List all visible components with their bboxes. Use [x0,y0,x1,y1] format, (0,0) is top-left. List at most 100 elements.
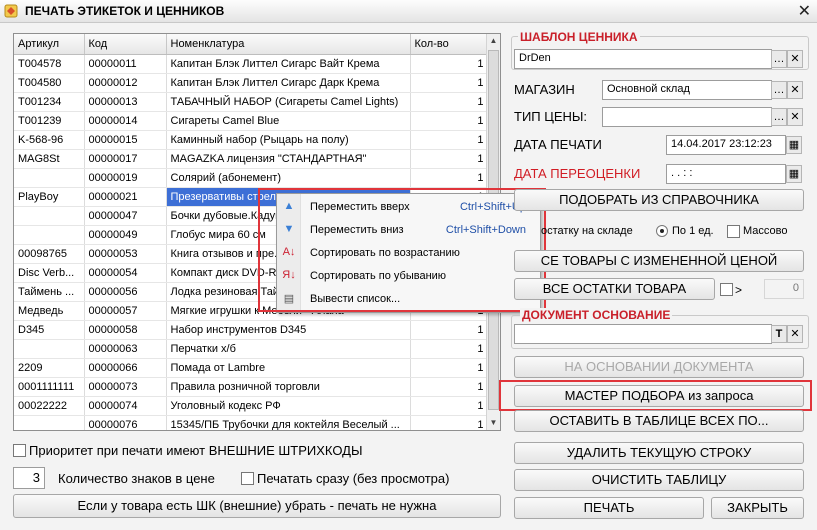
cell-article[interactable]: PlayBoy [14,187,85,207]
cell-code[interactable]: 00000056 [84,282,167,302]
cell-nomenclature[interactable]: Уголовный кодекс РФ [166,396,411,416]
cell-article[interactable]: T004578 [14,54,85,74]
cell-quantity[interactable]: 1 [410,415,489,430]
cell-article[interactable]: Disc Verb... [14,263,85,283]
cell-code[interactable]: 00000057 [84,301,167,321]
cell-article[interactable]: K-568-96 [14,130,85,150]
cell-nomenclature[interactable]: Каминный набор (Рыцарь на полу) [166,130,411,150]
template-clear-icon[interactable]: ✕ [787,50,803,68]
cell-code[interactable]: 00000063 [84,339,167,359]
cell-article[interactable] [14,206,85,226]
clear-table-button[interactable]: ОЧИСТИТЬ ТАБЛИЦУ [514,469,804,491]
print-date-input[interactable]: 14.04.2017 23:12:23 [666,135,786,155]
all-stock-button[interactable]: ВСЕ ОСТАТКИ ТОВАРА [514,278,715,300]
column-header-nomenclature[interactable]: Номенклатура [166,34,411,55]
cell-article[interactable]: MAG8St [14,149,85,169]
cell-code[interactable]: 00000074 [84,396,167,416]
doc-basis-clear-icon[interactable]: ✕ [787,325,803,343]
cell-article[interactable]: T004580 [14,73,85,93]
cell-article[interactable]: T001234 [14,92,85,112]
template-select-button[interactable]: … [771,50,787,68]
cell-quantity[interactable]: 1 [410,149,489,169]
cell-nomenclature[interactable]: Набор инструментов D345 [166,320,411,340]
store-select-button[interactable]: … [771,81,787,99]
table-row[interactable]: 2209 00000066 Помада от Lambre 1 [14,358,489,378]
table-row[interactable]: T001239 00000014 Сигареты Camel Blue 1 [14,111,489,131]
cell-article[interactable]: D345 [14,320,85,340]
cell-nomenclature[interactable]: Солярий (абонемент) [166,168,411,188]
cell-nomenclature[interactable]: 15345/ПБ Трубочки для коктейля Веселый .… [166,415,411,430]
cell-quantity[interactable]: 1 [410,111,489,131]
cell-nomenclature[interactable]: MAGAZKA лицензия "СТАНДАРТНАЯ" [166,149,411,169]
store-clear-icon[interactable]: ✕ [787,81,803,99]
cell-code[interactable]: 00000076 [84,415,167,430]
table-row[interactable]: 00000063 Перчатки х/б 1 [14,339,489,359]
column-header-quantity[interactable]: Кол-во [410,34,489,55]
calendar-icon[interactable]: ▦ [786,165,802,183]
template-input[interactable]: DrDen [514,49,772,69]
cell-quantity[interactable]: 1 [410,168,489,188]
cell-code[interactable]: 00000054 [84,263,167,283]
table-row[interactable]: 00022222 00000074 Уголовный кодекс РФ 1 [14,396,489,416]
cell-quantity[interactable]: 1 [410,358,489,378]
cell-nomenclature[interactable]: Капитан Блэк Литтел Сигарс Вайт Крема [166,54,411,74]
cell-quantity[interactable]: 1 [410,73,489,93]
cell-article[interactable]: Таймень ... [14,282,85,302]
scroll-down-icon[interactable]: ▼ [487,416,500,430]
column-header-code[interactable]: Код [84,34,167,55]
cell-code[interactable]: 00000019 [84,168,167,188]
price-type-input[interactable] [602,107,772,127]
cell-article[interactable]: 2209 [14,358,85,378]
text-type-icon[interactable]: T [771,325,787,343]
bulk-checkbox[interactable] [727,225,740,238]
cell-quantity[interactable]: 1 [410,377,489,397]
cell-article[interactable]: Медведь [14,301,85,321]
keep-all-in-table-button[interactable]: ОСТАВИТЬ В ТАБЛИЦЕ ВСЕХ ПО... [514,410,804,432]
scroll-up-icon[interactable]: ▲ [487,34,500,48]
cell-code[interactable]: 00000012 [84,73,167,93]
calendar-icon[interactable]: ▦ [786,136,802,154]
cell-code[interactable]: 00000058 [84,320,167,340]
priority-external-barcodes-checkbox[interactable] [13,444,26,457]
doc-basis-input[interactable] [514,324,772,344]
cell-article[interactable]: 00022222 [14,396,85,416]
price-digits-input[interactable]: 3 [13,467,45,489]
stock-greater-input[interactable]: 0 [764,279,804,299]
table-row[interactable]: 00000076 15345/ПБ Трубочки для коктейля В… [14,415,489,430]
table-row[interactable]: 00000019 Солярий (абонемент) 1 [14,168,489,188]
store-input[interactable]: Основной склад [602,80,772,100]
close-button[interactable]: ЗАКРЫТЬ [711,497,804,519]
cell-article[interactable] [14,225,85,245]
cell-article[interactable]: T001239 [14,111,85,131]
delete-current-row-button[interactable]: УДАЛИТЬ ТЕКУЩУЮ СТРОКУ [514,442,804,464]
table-row[interactable]: MAG8St 00000017 MAGAZKA лицензия "СТАНДАРТ… [14,149,489,169]
cell-quantity[interactable]: 1 [410,339,489,359]
cell-nomenclature[interactable]: Помада от Lambre [166,358,411,378]
cell-nomenclature[interactable]: ТАБАЧНЫЙ НАБОР (Сигареты Camel Lights) [166,92,411,112]
cell-quantity[interactable]: 1 [410,130,489,150]
print-now-checkbox[interactable] [241,472,254,485]
cell-code[interactable]: 00000015 [84,130,167,150]
price-type-select-button[interactable]: … [771,108,787,126]
cell-code[interactable]: 00000014 [84,111,167,131]
changed-price-items-button[interactable]: СЕ ТОВАРЫ С ИЗМЕНЕННОЙ ЦЕНОЙ [514,250,804,272]
cell-quantity[interactable]: 1 [410,396,489,416]
column-header-article[interactable]: Артикул [14,34,85,55]
table-row[interactable]: T004580 00000012 Капитан Блэк Литтел Сигар… [14,73,489,93]
cell-code[interactable]: 00000013 [84,92,167,112]
cell-code[interactable]: 00000073 [84,377,167,397]
table-row[interactable]: T001234 00000013 ТАБАЧНЫЙ НАБОР (Сигареты … [14,92,489,112]
cell-nomenclature[interactable]: Перчатки х/б [166,339,411,359]
cell-article[interactable] [14,339,85,359]
cell-code[interactable]: 00000011 [84,54,167,74]
remove-external-barcodes-button[interactable]: Если у товара есть ШК (внешние) убрать -… [13,494,501,518]
cell-article[interactable] [14,168,85,188]
cell-nomenclature[interactable]: Правила розничной торговли [166,377,411,397]
cell-article[interactable] [14,415,85,430]
cell-nomenclature[interactable]: Капитан Блэк Литтел Сигарс Дарк Крема [166,73,411,93]
cell-quantity[interactable]: 1 [410,54,489,74]
stock-greater-checkbox[interactable] [720,283,733,296]
cell-code[interactable]: 00000047 [84,206,167,226]
reprice-date-input[interactable]: . . : : [666,164,786,184]
cell-quantity[interactable]: 1 [410,92,489,112]
